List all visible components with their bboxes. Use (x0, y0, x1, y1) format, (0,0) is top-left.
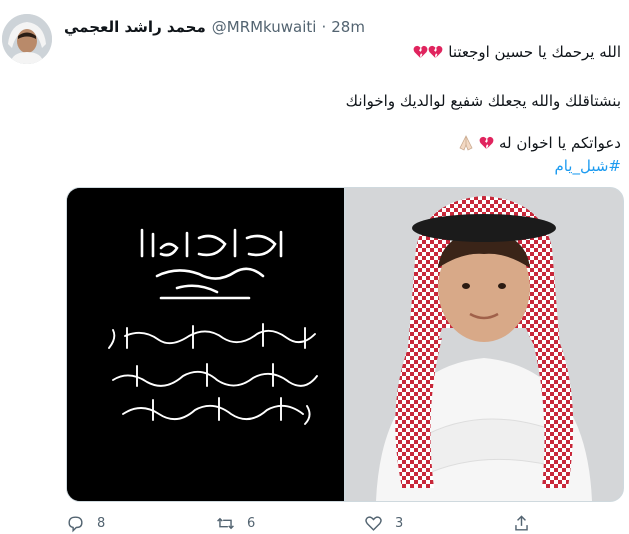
heart-icon (365, 516, 382, 531)
tweet-media (66, 187, 624, 502)
retweet-icon (217, 517, 234, 530)
author-name[interactable]: محمد راشد العجمي (64, 18, 206, 36)
tweet-line-2: بنشتاقلك والله يجعلك شفيع لوالديك واخوان… (345, 92, 621, 110)
share-button[interactable] (512, 514, 543, 533)
separator-dot: · (321, 18, 327, 36)
share-icon (515, 515, 528, 531)
child-portrait-icon (346, 188, 623, 501)
tweet-card[interactable]: محمد راشد العجمي @MRMkuwaiti · 28m الله … (0, 0, 629, 534)
broken-heart-icon-2 (414, 45, 428, 59)
condolence-verse-image[interactable] (67, 188, 344, 501)
broken-heart-icon-3 (479, 136, 494, 150)
reply-count: 8 (97, 516, 106, 531)
tweet-line-3: دعواتكم يا اخوان له (458, 133, 621, 153)
retweet-button[interactable]: 6 (216, 514, 255, 533)
tweet-line-3-text: دعواتكم يا اخوان له (498, 134, 621, 152)
timestamp[interactable]: 28m (331, 18, 365, 36)
tweet-actions: 8 6 3 (66, 514, 622, 534)
praying-hands-icon (459, 135, 473, 151)
avatar-image (2, 14, 52, 64)
reply-button[interactable]: 8 (66, 514, 105, 533)
tweet-header: محمد راشد العجمي @MRMkuwaiti · 28m (64, 18, 365, 36)
child-portrait-image[interactable] (346, 188, 623, 501)
like-button[interactable]: 3 (364, 514, 403, 533)
retweet-count: 6 (247, 516, 256, 531)
avatar[interactable] (2, 14, 52, 64)
like-count: 3 (395, 516, 404, 531)
tweet-line-1-text: الله يرحمك يا حسين اوجعتنا (448, 43, 621, 61)
broken-heart-icon (429, 45, 443, 59)
tweet-line-1: الله يرحمك يا حسين اوجعتنا (413, 42, 621, 62)
reply-icon (68, 516, 83, 533)
calligraphy-verse-graphic (67, 188, 344, 501)
author-handle[interactable]: @MRMkuwaiti (212, 18, 317, 36)
hashtag-link[interactable]: #شبل_يام (554, 156, 621, 176)
